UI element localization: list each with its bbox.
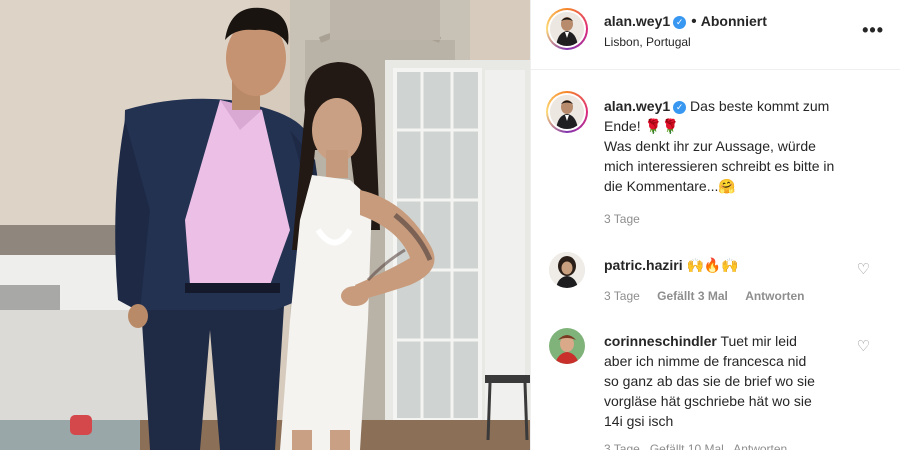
comment-text: 🙌🔥🙌 (686, 257, 739, 273)
author-avatar[interactable] (546, 8, 588, 50)
commenter-avatar[interactable] (549, 328, 585, 364)
comment-timestamp[interactable]: 3 Tage (604, 289, 640, 303)
comment-author[interactable]: corinneschindler (604, 333, 717, 349)
follow-status-button[interactable]: Abonniert (701, 13, 767, 29)
caption-line-4: mich interessieren schreibt es bitte in (604, 158, 835, 174)
like-heart-icon[interactable]: ♡ (857, 337, 870, 355)
comment-author[interactable]: patric.haziri (604, 257, 683, 273)
post-header: alan.wey1 ✓ • Abonniert Lisbon, Portugal ••… (531, 0, 900, 70)
more-options-icon[interactable]: ••• (862, 20, 884, 41)
caption-line-5: die Kommentare...🤗 (604, 178, 736, 194)
caption-avatar[interactable] (546, 91, 588, 133)
caption-text: alan.wey1 ✓ Das beste kommt zum Ende! 🌹🌹 … (604, 96, 889, 196)
post-image (0, 0, 530, 450)
comment-line-2: aber ich nimme de francesca nid (604, 353, 807, 369)
verified-icon: ✓ (673, 16, 687, 29)
caption-line-2: Ende! 🌹🌹 (604, 118, 680, 134)
comment-line-5: 14i gsi isch (604, 413, 674, 429)
caption-author[interactable]: alan.wey1 (604, 98, 670, 114)
reply-button[interactable]: Antworten (745, 289, 804, 303)
avatar-image (550, 95, 584, 129)
caption-line-1: Das beste kommt zum (690, 98, 830, 114)
comment-line-3: so ganz ab das sie de brief wo sie (604, 373, 815, 389)
comment-likes[interactable]: Gefällt 3 Mal (657, 289, 728, 303)
author-username[interactable]: alan.wey1 (604, 13, 670, 29)
post-location[interactable]: Lisbon, Portugal (604, 35, 691, 49)
post-photo[interactable] (0, 0, 530, 450)
avatar-image (549, 252, 585, 288)
post-sidebar: alan.wey1 ✓ • Abonniert Lisbon, Portugal ••… (530, 0, 900, 450)
verified-icon: ✓ (673, 101, 687, 114)
separator-dot: • (691, 13, 697, 30)
avatar-image (550, 12, 584, 46)
like-heart-icon[interactable]: ♡ (857, 260, 870, 278)
comment-meta: 3 Tage Gefällt 3 Mal Antworten (604, 289, 805, 303)
comment-line-4: vorgläse hät gschriebe hät wo sie (604, 393, 812, 409)
comment-line-1: Tuet mir leid (720, 333, 797, 349)
commenter-avatar[interactable] (549, 252, 585, 288)
caption-timestamp[interactable]: 3 Tage (604, 212, 640, 226)
caption-line-3: Was denkt ihr zur Aussage, würde (604, 138, 816, 154)
avatar-image (549, 328, 585, 364)
comment-meta-partial[interactable]: 3 Tage Gefällt 10 Mal Antworten (604, 442, 787, 450)
comment-body: corinneschindler Tuet mir leid aber ich … (604, 331, 864, 431)
